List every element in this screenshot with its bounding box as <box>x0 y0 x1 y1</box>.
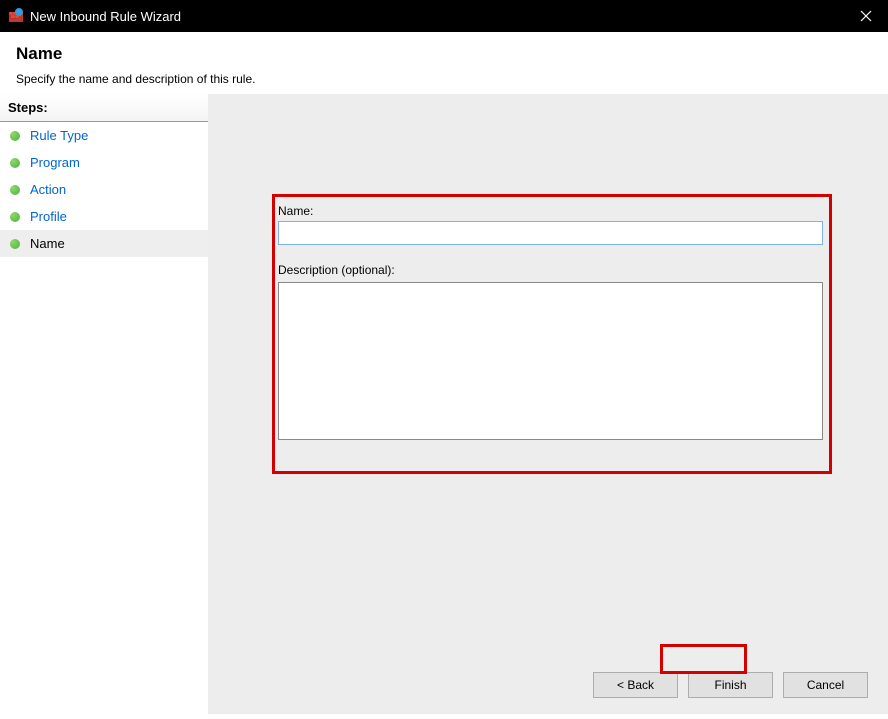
close-icon <box>860 10 872 22</box>
close-button[interactable] <box>843 0 888 32</box>
step-label: Rule Type <box>30 128 88 143</box>
name-input[interactable] <box>278 221 823 245</box>
step-bullet-icon <box>10 131 20 141</box>
highlight-finish-annotation <box>660 644 747 674</box>
step-label: Action <box>30 182 66 197</box>
step-bullet-icon <box>10 185 20 195</box>
step-label: Program <box>30 155 80 170</box>
step-bullet-icon <box>10 239 20 249</box>
name-label: Name: <box>278 204 826 218</box>
description-input[interactable] <box>278 282 823 440</box>
step-label: Name <box>30 236 65 251</box>
wizard-header: Name Specify the name and description of… <box>0 32 888 94</box>
back-button[interactable]: < Back <box>593 672 678 698</box>
cancel-button[interactable]: Cancel <box>783 672 868 698</box>
description-label: Description (optional): <box>278 263 826 277</box>
steps-header: Steps: <box>0 94 208 122</box>
window-title: New Inbound Rule Wizard <box>30 9 843 24</box>
description-field-group: Description (optional): <box>278 263 826 445</box>
step-action[interactable]: Action <box>0 176 208 203</box>
step-rule-type[interactable]: Rule Type <box>0 122 208 149</box>
wizard-buttons: < Back Finish Cancel <box>593 672 868 698</box>
step-program[interactable]: Program <box>0 149 208 176</box>
page-description: Specify the name and description of this… <box>16 72 872 86</box>
step-name[interactable]: Name <box>0 230 208 257</box>
step-bullet-icon <box>10 158 20 168</box>
firewall-icon <box>8 8 24 24</box>
step-profile[interactable]: Profile <box>0 203 208 230</box>
step-label: Profile <box>30 209 67 224</box>
form-area: Name: Description (optional): <box>278 204 826 463</box>
steps-sidebar: Steps: Rule Type Program Action Profile … <box>0 94 208 714</box>
finish-button[interactable]: Finish <box>688 672 773 698</box>
titlebar: New Inbound Rule Wizard <box>0 0 888 32</box>
page-title: Name <box>16 44 872 64</box>
name-field-group: Name: <box>278 204 826 245</box>
wizard-main: Name: Description (optional): < Back Fin… <box>208 94 888 714</box>
step-bullet-icon <box>10 212 20 222</box>
wizard-content: Steps: Rule Type Program Action Profile … <box>0 94 888 714</box>
